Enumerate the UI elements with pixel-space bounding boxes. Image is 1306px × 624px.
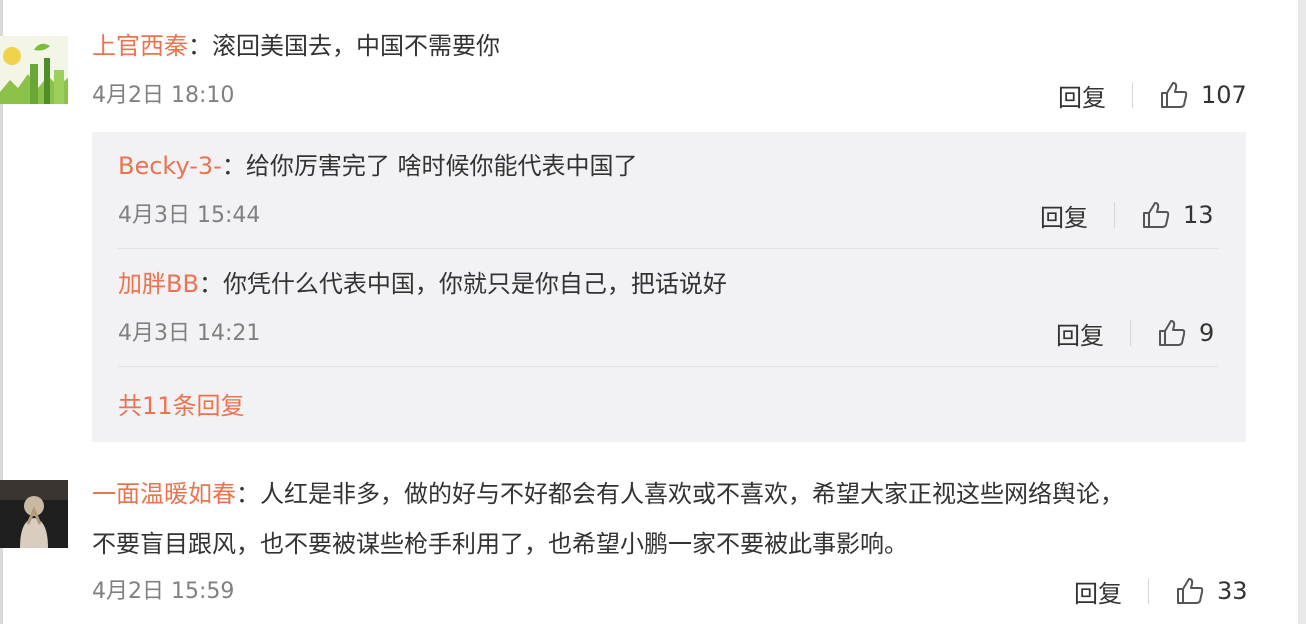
comment-2-timestamp: 4月2日 15:59	[92, 579, 235, 604]
reply-1-username[interactable]: Becky-3-	[118, 152, 222, 180]
comment-2-colon: ：	[236, 480, 260, 508]
thumbs-up-icon[interactable]	[1175, 576, 1205, 606]
reply-divider	[118, 366, 1218, 367]
comment-1-username[interactable]: 上官西秦	[92, 32, 188, 60]
more-replies-link[interactable]: 共11条回复	[118, 392, 245, 420]
comment-1-colon: ：	[188, 32, 212, 60]
thumbs-up-icon[interactable]	[1141, 200, 1171, 230]
comment-2-actions: 回复 33	[1074, 574, 1248, 608]
reply-2-like-count: 9	[1199, 319, 1215, 347]
comment-1-actions: 回复 107	[1058, 78, 1247, 112]
reply-2-reply-button[interactable]: 回复	[1056, 316, 1104, 351]
comment-2-text-line-2: 不要盲目跟风，也不要被谋些枪手利用了，也希望小鹏一家不要被此事影响。	[92, 530, 908, 558]
reply-2-actions: 回复 9	[1056, 316, 1214, 350]
comment-2-like-count: 33	[1217, 577, 1248, 605]
comment-2-content: 一面温暖如春：人红是非多，做的好与不好都会有人喜欢或不喜欢，希望大家正视这些网络…	[92, 478, 1124, 513]
reply-1-colon: ：	[221, 152, 246, 180]
comment-list: 上官西秦：滚回美国去，中国不需要你 4月2日 18:10 回复 107 Beck…	[0, 0, 1306, 624]
landscape-avatar-icon[interactable]	[0, 36, 68, 104]
reply-1-actions: 回复 13	[1040, 198, 1214, 232]
action-separator	[1148, 578, 1149, 604]
person-avatar-icon[interactable]	[0, 480, 68, 548]
comment-2-username[interactable]: 一面温暖如春	[92, 480, 236, 508]
comment-1-text: 滚回美国去，中国不需要你	[212, 32, 500, 60]
comment-1-content: 上官西秦：滚回美国去，中国不需要你	[92, 30, 500, 65]
comment-2-reply-button[interactable]: 回复	[1074, 574, 1122, 609]
reply-2-colon: ：	[198, 270, 223, 298]
thumbs-up-icon[interactable]	[1159, 80, 1189, 110]
reply-1-timestamp: 4月3日 15:44	[118, 203, 261, 228]
reply-1-text: 给你厉害完了 啥时候你能代表中国了	[245, 152, 638, 180]
comment-2-text-line-1: 人红是非多，做的好与不好都会有人喜欢或不喜欢，希望大家正视这些网络舆论，	[260, 480, 1124, 508]
comment-1-like-count: 107	[1201, 81, 1247, 109]
reply-1-like-count: 13	[1183, 201, 1214, 229]
right-scroll-edge	[1298, 0, 1306, 624]
thumbs-up-icon[interactable]	[1157, 318, 1187, 348]
reply-2-username[interactable]: 加胖BB	[118, 270, 199, 298]
reply-1-content: Becky-3-：给你厉害完了 啥时候你能代表中国了	[118, 150, 637, 185]
reply-2-timestamp: 4月3日 14:21	[118, 321, 261, 346]
action-separator	[1114, 202, 1115, 228]
reply-2-text: 你凭什么代表中国，你就只是你自己，把话说好	[222, 270, 727, 298]
reply-2-content: 加胖BB：你凭什么代表中国，你就只是你自己，把话说好	[118, 268, 727, 303]
reply-1-reply-button[interactable]: 回复	[1040, 198, 1088, 233]
comment-1-reply-button[interactable]: 回复	[1058, 78, 1106, 113]
reply-divider	[118, 248, 1218, 249]
comment-1-timestamp: 4月2日 18:10	[92, 83, 235, 108]
action-separator	[1132, 82, 1133, 108]
action-separator	[1130, 320, 1131, 346]
